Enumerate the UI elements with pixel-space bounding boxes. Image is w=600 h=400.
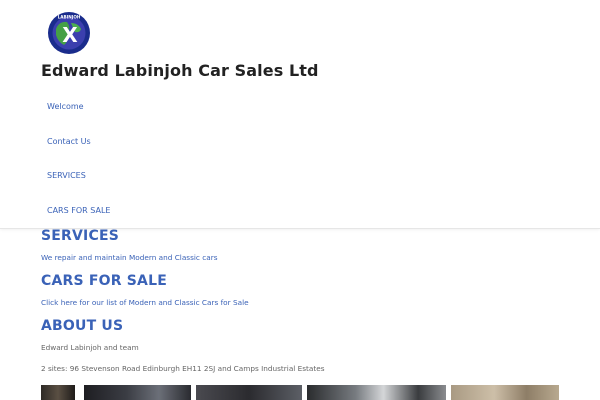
site-header: X LABINJOH Edward Labinjoh Car Sales Ltd… [0, 0, 600, 229]
logo-letter: X [62, 23, 78, 47]
nav-item-cars-for-sale[interactable]: CARS FOR SALE [47, 206, 110, 215]
company-logo[interactable]: X LABINJOH [47, 11, 91, 55]
car-photo-3[interactable] [196, 385, 302, 400]
services-heading: SERVICES [41, 228, 119, 244]
nav-item-services[interactable]: SERVICES [47, 171, 86, 180]
logo-wordmark: LABINJOH [58, 15, 81, 20]
car-photo-2[interactable] [84, 385, 191, 400]
services-description: We repair and maintain Modern and Classi… [41, 253, 218, 262]
nav-item-contact-us[interactable]: Contact Us [47, 137, 91, 146]
car-photo-4[interactable] [307, 385, 446, 400]
nav-item-welcome[interactable]: Welcome [47, 102, 84, 111]
car-photo-gallery [41, 385, 559, 400]
about-us-heading: ABOUT US [41, 318, 124, 334]
cars-for-sale-heading: CARS FOR SALE [41, 273, 167, 289]
site-title[interactable]: Edward Labinjoh Car Sales Ltd [41, 61, 319, 80]
car-photo-5[interactable] [451, 385, 559, 400]
about-sites-text: 2 sites: 96 Stevenson Road Edinburgh EH1… [41, 364, 325, 373]
about-team-text: Edward Labinjoh and team [41, 343, 139, 352]
car-photo-1[interactable] [41, 385, 75, 400]
cars-for-sale-link[interactable]: Click here for our list of Modern and Cl… [41, 298, 249, 307]
